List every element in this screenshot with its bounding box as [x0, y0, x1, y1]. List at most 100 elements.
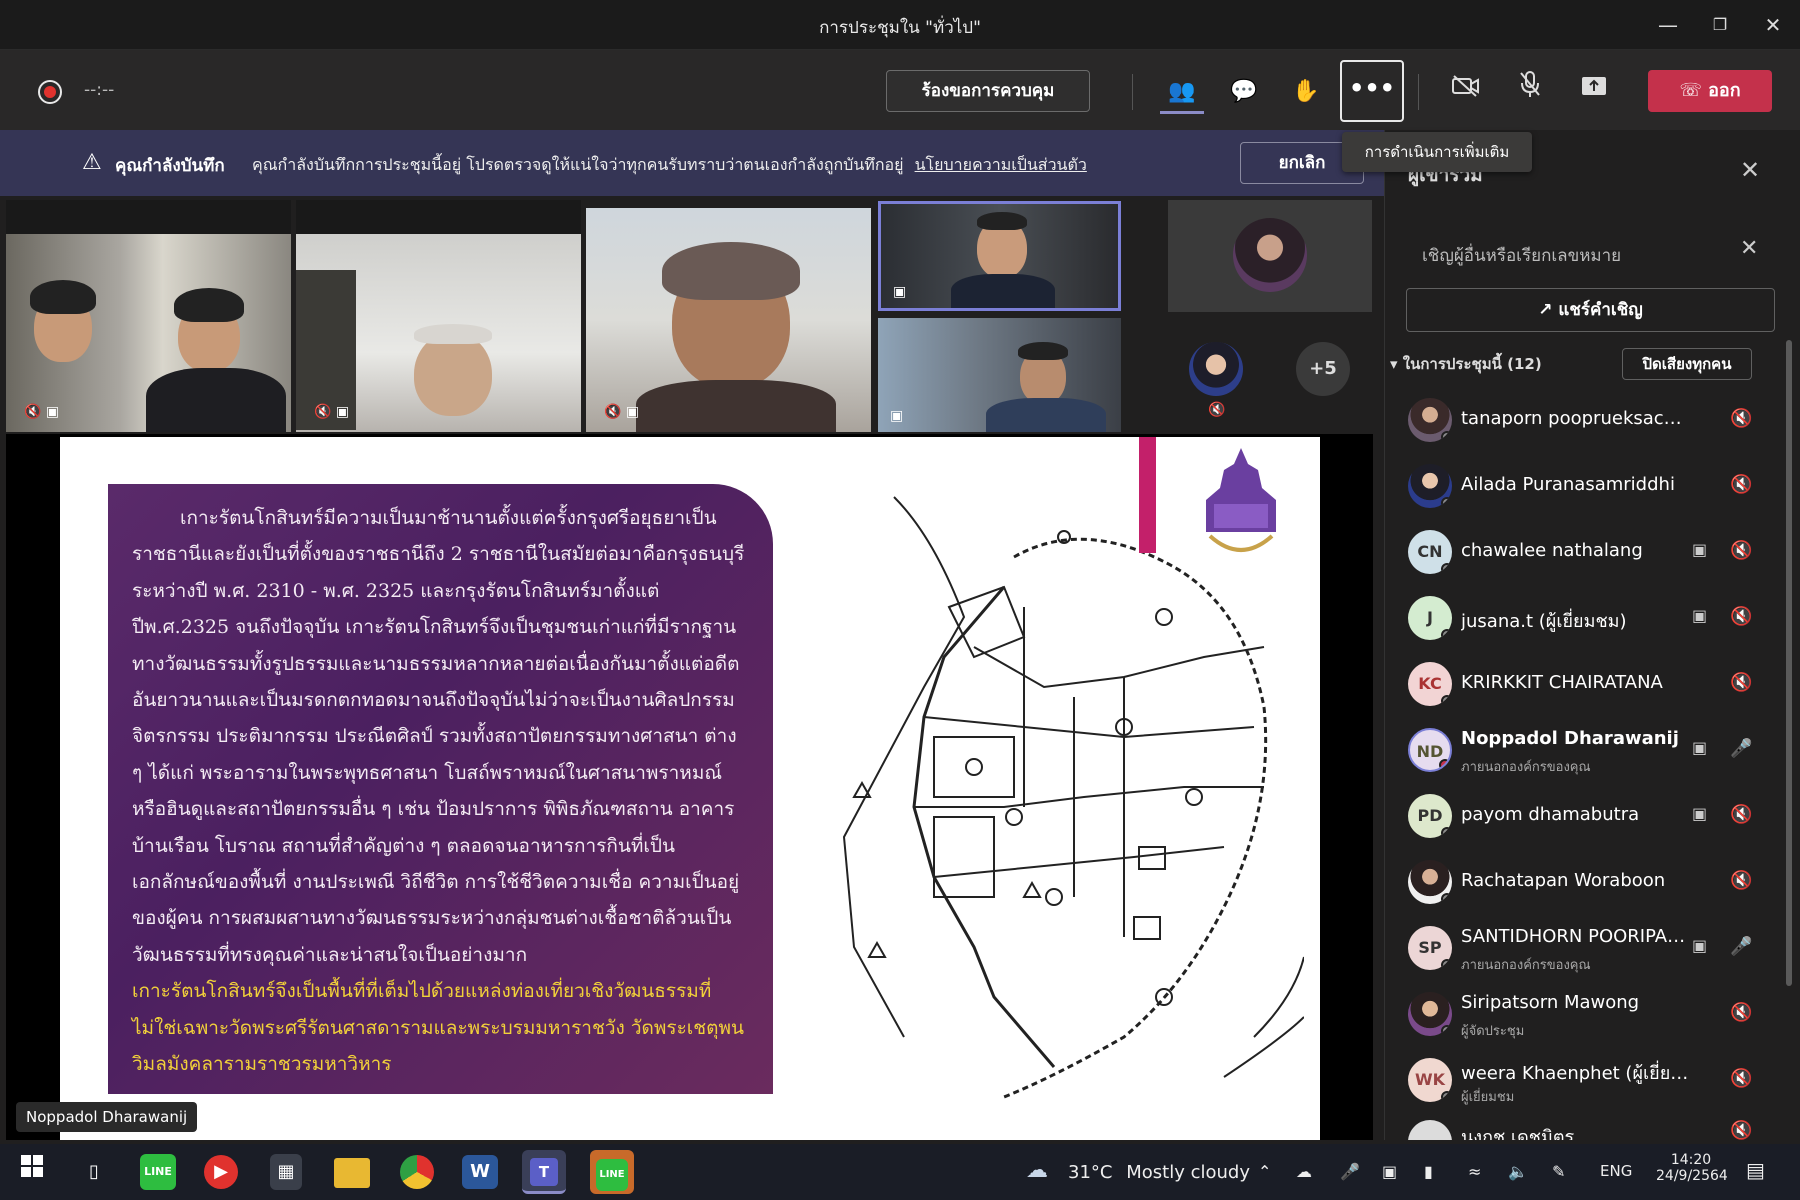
- close-icon[interactable]: ✕: [1740, 156, 1760, 184]
- mic-off-icon: 🔇: [1730, 474, 1753, 495]
- pen-icon[interactable]: ✎: [1552, 1162, 1565, 1181]
- participant-row[interactable]: KC KRIRKKIT CHAIRATANA 🔇: [1408, 656, 1780, 716]
- camera-frame-icon: ▣: [1692, 738, 1708, 757]
- participant-name: weera Khaenphet (ผู้เยี่ยมชม): [1461, 1063, 1691, 1084]
- warning-icon: ⚠: [82, 150, 102, 175]
- section-label: ในการประชุมนี้ (12): [1402, 355, 1542, 373]
- mic-off-icon: 🔇: [1730, 606, 1753, 627]
- participant-row[interactable]: Ailada Puranasamriddhi 🔇: [1408, 458, 1780, 518]
- video-tile[interactable]: ▣: [878, 318, 1121, 432]
- participant-row[interactable]: Siripatsorn Mawong ผู้จัดประชุม 🔇: [1408, 986, 1780, 1046]
- camera-frame-icon: ▣: [1692, 936, 1708, 955]
- tile-status-icons: 🔇 ▣: [604, 404, 639, 420]
- weather-widget[interactable]: 31°C Mostly cloudy: [1068, 1162, 1250, 1183]
- slide-paragraph: เกาะรัตนโกสินทร์มีความเป็นมาช้านานตั้งแต…: [132, 507, 745, 966]
- close-icon[interactable]: ✕: [1740, 236, 1758, 261]
- task-view-icon[interactable]: ▯: [72, 1150, 116, 1194]
- wifi-icon[interactable]: ≈: [1468, 1162, 1481, 1181]
- presence-status: [1441, 629, 1452, 640]
- invite-input[interactable]: เชิญผู้อื่นหรือเรียกเลขหมาย: [1408, 230, 1774, 274]
- avatar[interactable]: [1189, 342, 1243, 396]
- share-icon: ↗: [1538, 300, 1553, 320]
- participant-name: นงกช เดชมิตร: [1461, 1127, 1575, 1140]
- people-icon[interactable]: 👥: [1160, 70, 1204, 114]
- participant-row[interactable]: PD payom dhamabutra ▣ 🔇: [1408, 788, 1780, 848]
- line-app-icon[interactable]: LINE: [140, 1154, 176, 1190]
- mute-all-button[interactable]: ปิดเสียงทุกคน: [1622, 348, 1752, 380]
- phone-hangup-icon: ☏: [1679, 80, 1702, 101]
- notifications-icon[interactable]: ▤: [1746, 1158, 1765, 1182]
- video-tile[interactable]: 🔇 ▣: [296, 200, 581, 432]
- volume-icon[interactable]: 🔈: [1508, 1162, 1528, 1181]
- mic-off-icon[interactable]: [1508, 70, 1552, 114]
- line-app-active-icon[interactable]: LINE: [590, 1150, 634, 1194]
- in-meeting-section[interactable]: ▾ ในการประชุมนี้ (12): [1390, 352, 1542, 376]
- privacy-policy-link[interactable]: นโยบายความเป็นส่วนตัว: [915, 155, 1087, 174]
- mic-off-icon: 🔇: [1730, 1002, 1753, 1023]
- slide-text: เกาะรัตนโกสินทร์มีความเป็นมาช้านานตั้งแต…: [132, 500, 752, 1083]
- avatar: PD: [1408, 794, 1452, 838]
- chat-icon[interactable]: 💬: [1222, 70, 1266, 114]
- avatar: [1408, 992, 1452, 1036]
- active-speaker-tile[interactable]: ▣: [878, 201, 1121, 311]
- participant-row[interactable]: นงกช เดชมิตร 🔇: [1408, 1114, 1780, 1140]
- participant-row[interactable]: tanaporn pooprueksachat 🔇: [1408, 392, 1780, 452]
- teams-icon[interactable]: T: [522, 1150, 566, 1194]
- participant-row[interactable]: WK weera Khaenphet (ผู้เยี่ยมชม) ผู้เยี่…: [1408, 1052, 1780, 1112]
- camera-frame-icon: ▣: [890, 408, 904, 424]
- reactions-icon[interactable]: ✋: [1284, 70, 1328, 114]
- media-player-icon[interactable]: ▶: [204, 1155, 238, 1189]
- video-tile[interactable]: [1168, 200, 1372, 312]
- share-invite-label: แชร์คำเชิญ: [1558, 300, 1643, 320]
- share-invite-button[interactable]: ↗ แชร์คำเชิญ: [1406, 288, 1775, 332]
- leave-button[interactable]: ☏ ออก: [1648, 70, 1772, 112]
- participant-row[interactable]: CN chawalee nathalang ▣ 🔇: [1408, 524, 1780, 584]
- word-icon[interactable]: W: [462, 1155, 498, 1189]
- clock[interactable]: 14:20 24/9/2564: [1656, 1152, 1728, 1184]
- participant-body: [146, 368, 286, 432]
- calculator-icon[interactable]: ▦: [270, 1154, 302, 1190]
- presence-status: [1441, 431, 1452, 442]
- participant-row[interactable]: J jusana.t (ผู้เยี่ยมชม) ▣ 🔇: [1408, 590, 1780, 650]
- windows-start-icon[interactable]: [10, 1150, 54, 1194]
- window-title: การประชุมใน "ทั่วไป": [819, 18, 981, 38]
- recording-banner: ⚠ คุณกำลังบันทึก คุณกำลังบันทึกการประชุม…: [0, 130, 1384, 196]
- close-icon[interactable]: ✕: [1755, 10, 1791, 40]
- avatar: ND: [1408, 728, 1452, 772]
- participant-row[interactable]: ND Noppadol Dharawanij ภายนอกองค์กรของคุ…: [1408, 722, 1780, 782]
- share-screen-icon[interactable]: [1572, 70, 1616, 114]
- chrome-icon[interactable]: [400, 1155, 434, 1189]
- onedrive-icon[interactable]: ☁: [1296, 1162, 1312, 1181]
- video-tile[interactable]: 🔇 ▣: [586, 208, 871, 432]
- camera-off-icon[interactable]: [1444, 70, 1488, 114]
- minimize-icon[interactable]: —: [1650, 10, 1686, 40]
- participant-row[interactable]: SP SANTIDHORN POORIPAK... ภายนอกองค์กรขอ…: [1408, 920, 1780, 980]
- participant-body: [986, 398, 1106, 432]
- panel-scrollbar[interactable]: [1786, 340, 1792, 986]
- camera-frame-icon: ▣: [45, 404, 60, 420]
- leave-label: ออก: [1708, 80, 1741, 101]
- chevron-up-icon[interactable]: ⌃: [1258, 1162, 1271, 1181]
- presence-status: [1441, 893, 1452, 904]
- file-explorer-icon[interactable]: [334, 1158, 370, 1188]
- presence-status: [1441, 959, 1452, 970]
- camera-frame-icon: ▣: [1692, 804, 1708, 823]
- more-actions-button[interactable]: •••: [1340, 60, 1404, 122]
- overflow-participants-button[interactable]: +5: [1296, 342, 1350, 396]
- video-tile[interactable]: 🔇 ▣: [6, 200, 291, 432]
- avatar: SP: [1408, 926, 1452, 970]
- mic-off-icon: 🔇: [1730, 408, 1753, 429]
- avatar-initials: KC: [1418, 674, 1442, 693]
- restore-icon[interactable]: ❐: [1702, 10, 1738, 40]
- input-language[interactable]: ENG: [1600, 1162, 1632, 1180]
- title-bar: การประชุมใน "ทั่วไป" — ❐ ✕: [0, 0, 1800, 50]
- request-control-button[interactable]: ร้องขอการควบคุม: [886, 70, 1090, 112]
- camera-icon[interactable]: ▣: [1382, 1162, 1397, 1181]
- avatar: KC: [1408, 662, 1452, 706]
- participant-name: KRIRKKIT CHAIRATANA: [1461, 672, 1663, 693]
- participant-row[interactable]: Rachatapan Woraboon 🔇: [1408, 854, 1780, 914]
- avatar: [1408, 464, 1452, 508]
- battery-icon[interactable]: ▮: [1424, 1162, 1433, 1181]
- banner-text: คุณกำลังบันทึกการประชุมนี้อยู่ โปรดตรวจด…: [252, 155, 904, 174]
- microphone-icon[interactable]: 🎤: [1340, 1162, 1360, 1181]
